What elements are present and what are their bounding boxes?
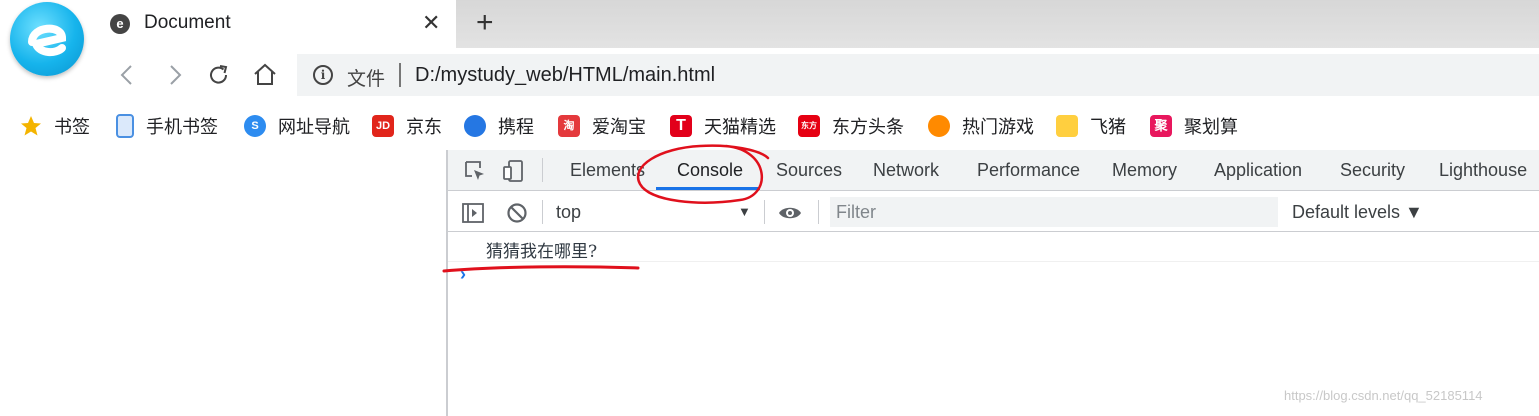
taobao-icon: 淘 <box>558 115 580 137</box>
bookmark-item[interactable]: 热门游戏 <box>928 114 1034 138</box>
tab-sources[interactable]: Sources <box>776 160 842 181</box>
tab-strip: e Document ✕ + <box>0 0 1539 48</box>
forward-icon[interactable] <box>162 62 188 88</box>
tab-close-icon[interactable]: ✕ <box>422 11 440 35</box>
new-tab-button[interactable]: + <box>476 8 494 38</box>
phone-icon <box>116 114 134 138</box>
toolbar-divider <box>818 200 819 224</box>
log-levels-dropdown[interactable]: Default levels ▼ <box>1292 202 1423 223</box>
device-toolbar-icon[interactable] <box>502 160 524 182</box>
console-prompt-icon[interactable]: › <box>460 264 466 285</box>
browser-logo-icon[interactable] <box>10 2 84 76</box>
filter-input[interactable] <box>830 197 1278 227</box>
address-scheme-label: 文件 <box>347 69 386 90</box>
active-tab-indicator <box>656 187 760 190</box>
tab-network[interactable]: Network <box>873 160 939 181</box>
toolbar-divider <box>542 200 543 224</box>
fliggy-icon <box>1056 115 1078 137</box>
console-toolbar: top ▼ Default levels ▼ <box>448 192 1539 232</box>
chevron-down-icon[interactable]: ▼ <box>738 204 751 219</box>
bookmark-item[interactable]: 聚 聚划算 <box>1150 114 1238 138</box>
context-selector[interactable]: top <box>556 202 581 223</box>
tab-memory[interactable]: Memory <box>1112 160 1177 181</box>
bookmark-item[interactable]: 携程 <box>464 114 534 138</box>
bookmark-item[interactable]: 手机书签 <box>116 114 218 138</box>
toolbar-divider <box>764 200 765 224</box>
juhuasuan-icon: 聚 <box>1150 115 1172 137</box>
page-viewport <box>0 150 446 416</box>
bookmark-item[interactable]: S 网址导航 <box>244 114 350 138</box>
show-sidebar-icon[interactable] <box>462 202 484 224</box>
tab-lighthouse[interactable]: Lighthouse <box>1439 160 1527 181</box>
browser-tab-document[interactable]: e Document ✕ <box>92 0 456 48</box>
tab-console[interactable]: Console <box>677 160 743 181</box>
navigation-bar: i 文件 D:/mystudy_web/HTML/main.html <box>0 48 1539 100</box>
bookmark-item[interactable]: 东方 东方头条 <box>798 114 904 138</box>
tab-title: Document <box>144 12 231 33</box>
inspect-element-icon[interactable] <box>464 160 486 182</box>
bookmark-item[interactable]: 淘 爱淘宝 <box>558 114 646 138</box>
bookmarks-bar: 书签 手机书签 S 网址导航 JD 京东 携程 淘 爱淘宝 T 天猫精选 东方 … <box>0 100 1539 150</box>
tab-performance[interactable]: Performance <box>977 160 1080 181</box>
game-icon <box>928 115 950 137</box>
eye-icon[interactable] <box>778 202 801 224</box>
bookmark-item[interactable]: T 天猫精选 <box>670 114 776 138</box>
bookmark-item[interactable]: 书签 <box>20 114 90 138</box>
console-message: 猜猜我在哪里? <box>448 233 1539 262</box>
nav-icon: S <box>244 115 266 137</box>
devtools-tab-bar: Elements Console Sources Network Perform… <box>448 150 1539 191</box>
back-icon[interactable] <box>114 62 140 88</box>
tmall-icon: T <box>670 115 692 137</box>
console-message-text: 猜猜我在哪里? <box>486 242 598 262</box>
reload-icon[interactable] <box>206 62 232 88</box>
tab-application[interactable]: Application <box>1214 160 1302 181</box>
address-separator <box>399 63 401 87</box>
clear-console-icon[interactable] <box>506 202 528 224</box>
document-favicon-icon: e <box>110 14 130 34</box>
info-icon[interactable]: i <box>313 65 333 85</box>
home-icon[interactable] <box>252 62 278 88</box>
dftt-icon: 东方 <box>798 115 820 137</box>
address-bar[interactable]: i 文件 D:/mystudy_web/HTML/main.html <box>297 54 1539 96</box>
star-icon <box>20 115 42 137</box>
tab-elements[interactable]: Elements <box>570 160 645 181</box>
ctrip-icon <box>464 115 486 137</box>
jd-icon: JD <box>372 115 394 137</box>
bookmark-item[interactable]: JD 京东 <box>372 114 442 138</box>
toolbar-divider <box>542 158 543 182</box>
devtools-panel: Elements Console Sources Network Perform… <box>446 150 1539 416</box>
address-url[interactable]: D:/mystudy_web/HTML/main.html <box>415 64 715 87</box>
bookmark-item[interactable]: 飞猪 <box>1056 114 1126 138</box>
filter-field[interactable] <box>830 197 1278 227</box>
tab-security[interactable]: Security <box>1340 160 1405 181</box>
watermark: https://blog.csdn.net/qq_52185114 <box>1284 388 1483 403</box>
